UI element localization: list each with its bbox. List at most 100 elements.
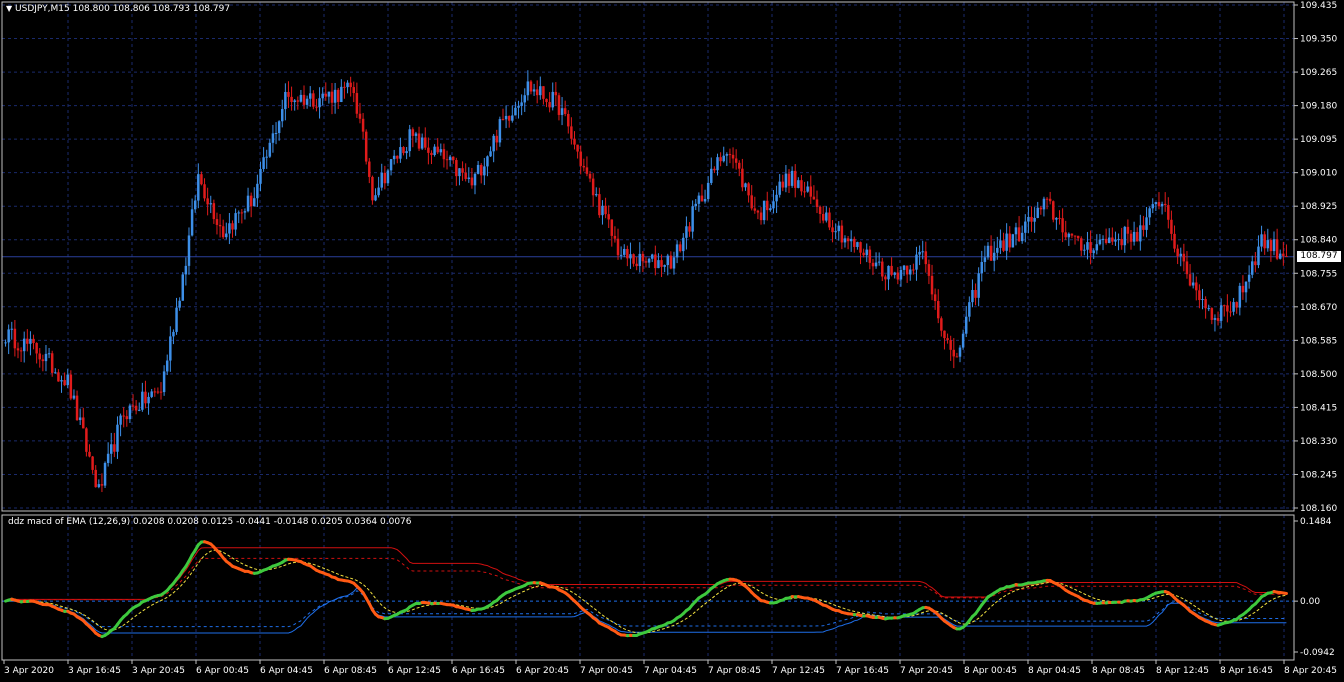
candle-body <box>197 174 200 201</box>
candle-body <box>1229 311 1232 313</box>
candle-body <box>277 121 281 133</box>
candle-body <box>1123 226 1127 246</box>
collapse-triangle-icon[interactable]: ▼ <box>6 4 12 13</box>
candle-body <box>125 416 129 420</box>
candle-body <box>1095 244 1099 251</box>
symbol-caption: USDJPY,M15 <box>15 4 70 14</box>
price-axis-label: 108.500 <box>1300 370 1337 380</box>
candle-body <box>203 184 206 199</box>
candle-body <box>678 244 682 252</box>
candle-body <box>479 164 483 176</box>
candle-body <box>445 159 449 161</box>
candle-body <box>405 151 408 154</box>
candle-body <box>818 206 822 214</box>
candle-body <box>411 129 415 136</box>
candle-body <box>29 338 32 344</box>
candle-body <box>1269 240 1273 252</box>
time-axis-label: 7 Apr 12:45 <box>772 666 825 676</box>
candle-body <box>535 89 539 96</box>
grid <box>2 2 1294 660</box>
price-axis-label: 108.245 <box>1300 470 1337 480</box>
candle-body <box>221 226 225 238</box>
candle-body <box>119 415 122 425</box>
candle-body <box>1073 235 1077 237</box>
candle-body <box>532 89 536 92</box>
candle-body <box>464 172 467 179</box>
candle-body <box>467 177 471 179</box>
candle-body <box>958 347 962 357</box>
candle-body <box>1036 207 1039 218</box>
candle-body <box>846 238 850 242</box>
candle-body <box>734 158 738 163</box>
candle-body <box>588 173 592 179</box>
candle-body <box>302 94 306 105</box>
candle-body <box>548 102 551 108</box>
price-axis-label: 109.265 <box>1300 68 1337 78</box>
candle-body <box>1070 233 1074 236</box>
candle-body <box>974 289 977 298</box>
candle-body <box>682 237 685 252</box>
candle-body <box>790 170 794 186</box>
candle-body <box>856 242 859 247</box>
chart-window[interactable]: 109.435 109.350 109.265 109.180 109.095 109.0… <box>0 0 1344 682</box>
candle-body <box>809 186 813 197</box>
candle-body <box>557 95 561 115</box>
candle-body <box>1135 231 1139 242</box>
candle-body <box>1210 308 1214 320</box>
candle-body <box>200 174 203 185</box>
candle-body <box>287 91 290 97</box>
candle-body <box>504 115 508 120</box>
chart-canvas[interactable]: 109.435 109.350 109.265 109.180 109.095 109.0… <box>0 0 1344 682</box>
candle-body <box>128 405 132 420</box>
candle-body <box>650 254 654 259</box>
price-axis-label: 109.350 <box>1300 35 1337 45</box>
candle-body <box>728 154 732 156</box>
candle-body <box>1086 242 1089 250</box>
candle-body <box>32 338 35 344</box>
candle-body <box>184 265 188 275</box>
candle-body <box>865 249 868 256</box>
candle-body <box>1114 239 1117 242</box>
candle-body <box>212 203 216 220</box>
time-axis-label: 7 Apr 16:45 <box>836 666 889 676</box>
candle-body <box>305 98 309 105</box>
candle-body <box>430 152 433 156</box>
candle-body <box>688 226 691 232</box>
candle-body <box>246 195 250 212</box>
candle-body <box>1154 202 1158 205</box>
candle-body <box>700 195 704 202</box>
candle-body <box>38 353 41 360</box>
candle-body <box>327 91 331 97</box>
candle-body <box>1064 232 1067 238</box>
candle-body <box>831 227 834 233</box>
time-axis-label: 8 Apr 16:45 <box>1220 666 1273 676</box>
candle-body <box>1195 282 1198 291</box>
candle-body <box>218 224 222 227</box>
price-axis-label: 108.670 <box>1300 303 1337 313</box>
candle-body <box>996 247 999 253</box>
candle-body <box>281 109 284 122</box>
candle-body <box>766 200 769 211</box>
candle-body <box>324 93 328 97</box>
candle-body <box>598 194 601 216</box>
candle-body <box>514 107 517 116</box>
candle-body <box>862 252 865 256</box>
candle-body <box>234 213 237 230</box>
candle-body <box>113 444 116 452</box>
candle-body <box>744 183 747 188</box>
candle-body <box>825 212 828 221</box>
candle-body <box>554 91 558 96</box>
price-axis-label: 109.010 <box>1300 169 1337 179</box>
candle-body <box>840 225 844 243</box>
candle-body <box>877 261 881 263</box>
candle-body <box>1285 255 1288 257</box>
candle-body <box>1219 305 1223 321</box>
candle-body <box>946 338 949 341</box>
price-axis-label: 108.160 <box>1300 504 1337 514</box>
candle-body <box>1170 219 1173 234</box>
candle-body <box>1263 234 1266 249</box>
candle-body <box>1223 305 1226 307</box>
candle-body <box>433 146 436 156</box>
candle-body <box>355 93 359 114</box>
candle-body <box>1167 205 1170 220</box>
